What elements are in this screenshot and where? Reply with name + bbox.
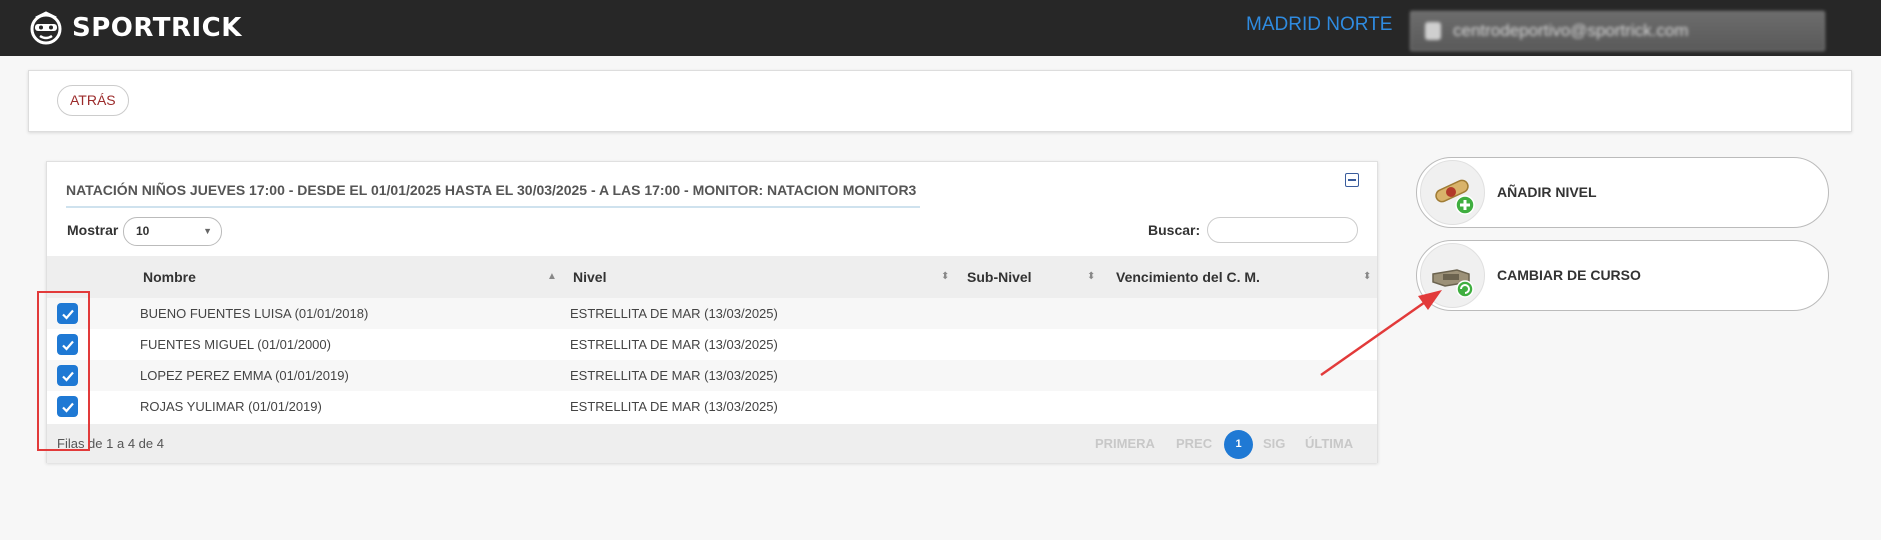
checkbox-highlight-box — [37, 291, 90, 451]
table-header: Nombre ▲ Nivel ⬍ Sub-Nivel ⬍ Vencimiento… — [47, 256, 1377, 298]
show-entries-label: Mostrar — [67, 222, 119, 238]
pager-current-page[interactable]: 1 — [1224, 430, 1253, 459]
search-label: Buscar: — [1148, 222, 1201, 238]
sort-asc-icon[interactable]: ▲ — [547, 256, 557, 298]
search-input[interactable] — [1207, 217, 1358, 243]
collapse-icon[interactable] — [1345, 173, 1359, 187]
cell-nombre: BUENO FUENTES LUISA (01/01/2018) — [140, 306, 369, 321]
brand-name: SPORTRICK — [72, 13, 242, 43]
pager-next[interactable]: SIG — [1263, 424, 1285, 463]
pager-prev[interactable]: PREC — [1176, 424, 1212, 463]
user-email: centrodeportivo@sportrick.com — [1453, 21, 1689, 40]
cell-nivel: ESTRELLITA DE MAR (13/03/2025) — [570, 399, 778, 414]
course-students-card: NATACIÓN NIÑOS JUEVES 17:00 - DESDE EL 0… — [46, 161, 1378, 463]
cell-nombre: FUENTES MIGUEL (01/01/2000) — [140, 337, 331, 352]
title-underline — [66, 206, 920, 208]
col-header-nombre[interactable]: Nombre — [143, 256, 196, 298]
user-menu[interactable]: centrodeportivo@sportrick.com — [1410, 11, 1825, 51]
center-name-link[interactable]: MADRID NORTE — [1246, 14, 1392, 36]
add-level-label: AÑADIR NIVEL — [1497, 184, 1597, 200]
add-level-button[interactable]: AÑADIR NIVEL — [1416, 157, 1829, 228]
table-row[interactable]: BUENO FUENTES LUISA (01/01/2018) ESTRELL… — [47, 298, 1377, 329]
col-header-vencimiento[interactable]: Vencimiento del C. M. — [1116, 256, 1260, 298]
back-panel: ATRÁS — [28, 70, 1852, 132]
col-header-subnivel[interactable]: Sub-Nivel — [967, 256, 1032, 298]
pager-last[interactable]: ÚLTIMA — [1305, 424, 1353, 463]
table-row[interactable]: LOPEZ PEREZ EMMA (01/01/2019) ESTRELLITA… — [47, 360, 1377, 391]
card-title: NATACIÓN NIÑOS JUEVES 17:00 - DESDE EL 0… — [66, 182, 917, 198]
logo-icon — [30, 11, 62, 45]
change-course-icon-circle — [1420, 243, 1485, 308]
sort-icon[interactable]: ⬍ — [1087, 256, 1095, 298]
cell-nivel: ESTRELLITA DE MAR (13/03/2025) — [570, 368, 778, 383]
top-bar: SPORTRICK MADRID NORTE centrodeportivo@s… — [0, 0, 1881, 56]
cell-nivel: ESTRELLITA DE MAR (13/03/2025) — [570, 306, 778, 321]
back-button[interactable]: ATRÁS — [57, 85, 129, 116]
table-footer: Filas de 1 a 4 de 4 PRIMERA PREC 1 SIG Ú… — [47, 424, 1377, 463]
sort-icon[interactable]: ⬍ — [941, 256, 949, 298]
show-entries-value: 10 — [136, 224, 150, 238]
pager-first[interactable]: PRIMERA — [1095, 424, 1155, 463]
show-entries-select[interactable]: 10 ▼ — [123, 217, 222, 246]
change-course-label: CAMBIAR DE CURSO — [1497, 267, 1641, 283]
chevron-down-icon: ▼ — [203, 226, 212, 236]
change-course-icon — [1432, 269, 1474, 298]
sort-icon[interactable]: ⬍ — [1363, 256, 1371, 298]
add-level-icon-circle — [1420, 160, 1485, 225]
col-header-nivel[interactable]: Nivel — [573, 256, 606, 298]
brand-logo[interactable]: SPORTRICK — [28, 6, 242, 50]
cell-nombre: LOPEZ PEREZ EMMA (01/01/2019) — [140, 368, 349, 383]
change-course-button[interactable]: CAMBIAR DE CURSO — [1416, 240, 1829, 311]
user-icon — [1425, 22, 1441, 40]
table-row[interactable]: FUENTES MIGUEL (01/01/2000) ESTRELLITA D… — [47, 329, 1377, 360]
cell-nivel: ESTRELLITA DE MAR (13/03/2025) — [570, 337, 778, 352]
cell-nombre: ROJAS YULIMAR (01/01/2019) — [140, 399, 322, 414]
table-row[interactable]: ROJAS YULIMAR (01/01/2019) ESTRELLITA DE… — [47, 391, 1377, 422]
diploma-add-icon — [1435, 179, 1475, 215]
